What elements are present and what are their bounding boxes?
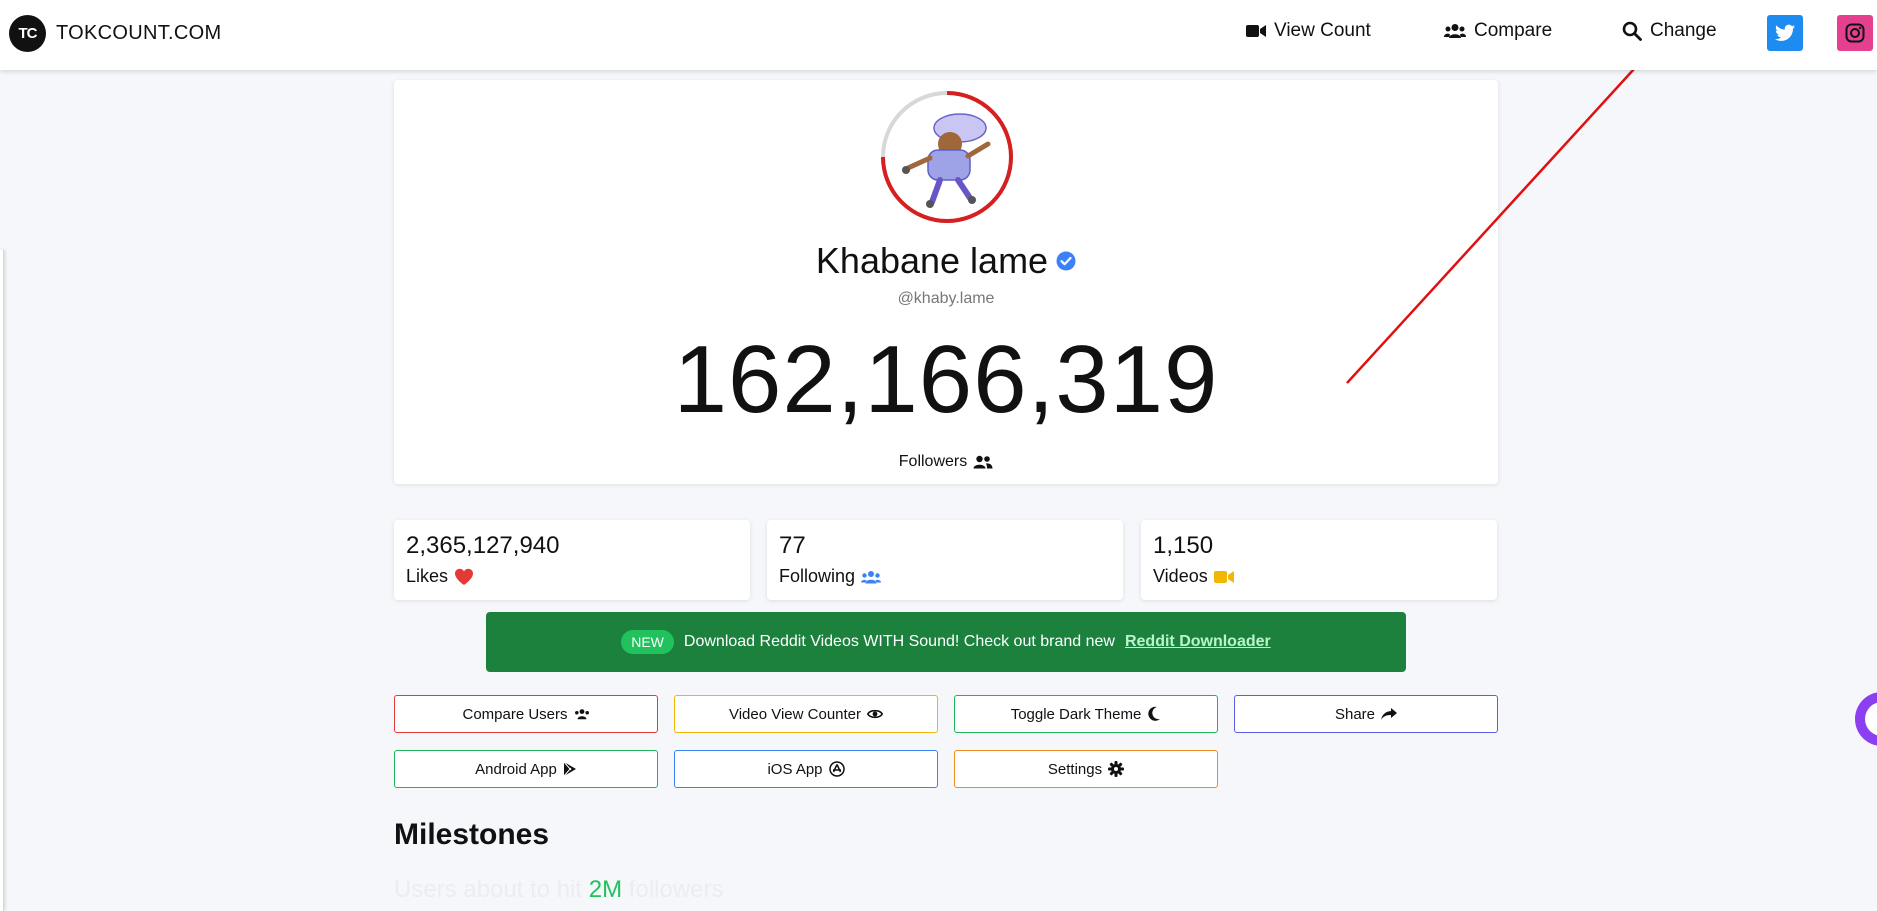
share-label: Share <box>1334 705 1376 723</box>
search-icon <box>1622 21 1642 41</box>
follower-count: 162,166,319 <box>673 326 1219 433</box>
nav-view-count-label: View Count <box>1274 20 1371 41</box>
compare-users-label: Compare Users <box>462 705 568 723</box>
settings-button[interactable]: Settings <box>954 750 1218 788</box>
videos-value: 1,150 <box>1153 532 1214 559</box>
milestones-sub-suffix: followers <box>628 876 724 903</box>
display-name-text: Khabane lame <box>815 240 1049 281</box>
brand-name: TOKCOUNT.COM <box>56 22 222 44</box>
android-app-button[interactable]: Android App <box>394 750 658 788</box>
likes-label: Likes <box>406 566 738 587</box>
username: @khaby.lame <box>897 290 995 307</box>
ios-app-button[interactable]: iOS App <box>674 750 938 788</box>
share-icon <box>1381 708 1398 720</box>
settings-label: Settings <box>1047 760 1103 778</box>
stat-likes: 2,365,127,940 Likes <box>394 520 750 600</box>
nav-compare-label: Compare <box>1474 20 1553 41</box>
side-panel-edge <box>0 250 4 911</box>
video-view-counter-button[interactable]: Video View Counter <box>674 695 938 733</box>
twitter-button[interactable] <box>1767 15 1803 51</box>
following-value: 77 <box>779 532 806 559</box>
followers-label-text: Followers <box>898 453 968 470</box>
share-button[interactable]: Share <box>1234 695 1498 733</box>
android-app-label: Android App <box>475 760 557 778</box>
twitter-icon <box>1775 24 1795 41</box>
likes-label-text: Likes <box>406 566 449 586</box>
banner-text: Download Reddit Videos WITH Sound! Check… <box>683 633 1115 650</box>
users-icon <box>1444 24 1466 38</box>
nav-view-count[interactable]: View Count <box>1246 20 1371 42</box>
verified-icon <box>1056 251 1076 271</box>
heart-icon <box>455 568 474 585</box>
nav-change[interactable]: Change <box>1622 20 1717 42</box>
stat-following: 77 Following <box>767 520 1123 600</box>
video-view-counter-label: Video View Counter <box>728 705 862 723</box>
toggle-dark-theme-button[interactable]: Toggle Dark Theme <box>954 695 1218 733</box>
followers-label: Followers <box>394 453 1498 471</box>
likes-value: 2,365,127,940 <box>406 532 560 559</box>
reddit-downloader-link[interactable]: Reddit Downloader <box>1125 633 1271 651</box>
video-icon <box>1213 570 1234 583</box>
instagram-icon <box>1845 23 1865 43</box>
brand[interactable]: TC TOKCOUNT.COM <box>9 15 221 52</box>
moon-icon <box>1148 706 1161 721</box>
stat-videos: 1,150 Videos <box>1141 520 1497 600</box>
floating-widget-button[interactable] <box>1855 692 1877 746</box>
milestones-sub-prefix: Users about to hit <box>394 876 583 903</box>
instagram-button[interactable] <box>1837 15 1873 51</box>
profile-card: Khabane lame @khaby.lame 162,166,319 Fol… <box>394 80 1498 484</box>
following-label-text: Following <box>779 566 856 586</box>
avatar[interactable] <box>880 90 1014 224</box>
users-icon <box>861 570 882 583</box>
new-badge: NEW <box>621 630 674 654</box>
app-store-icon <box>828 761 845 777</box>
play-store-icon <box>563 761 576 777</box>
toggle-dark-theme-label: Toggle Dark Theme <box>1010 705 1142 723</box>
milestones-heading: Milestones <box>394 818 550 851</box>
promo-banner: NEW Download Reddit Videos WITH Sound! C… <box>486 612 1406 672</box>
videos-label: Videos <box>1153 566 1485 587</box>
users-icon <box>574 709 589 720</box>
milestones-subheading: Users about to hit 2M followers <box>394 876 724 904</box>
compare-users-button[interactable]: Compare Users <box>394 695 658 733</box>
avatar-image <box>888 98 1006 216</box>
milestones-sub-highlight: 2M <box>588 876 623 903</box>
videos-label-text: Videos <box>1153 566 1208 586</box>
nav-compare[interactable]: Compare <box>1444 20 1552 42</box>
eye-icon <box>867 709 884 719</box>
users-icon <box>973 455 993 469</box>
display-name: Khabane lame <box>394 240 1498 282</box>
gear-icon <box>1108 761 1125 777</box>
top-navbar: TC TOKCOUNT.COM View Count Compare Chang… <box>0 0 1877 70</box>
ios-app-label: iOS App <box>767 760 823 778</box>
video-icon <box>1246 25 1266 37</box>
nav-change-label: Change <box>1650 20 1717 41</box>
following-label: Following <box>779 566 1111 587</box>
brand-logo: TC <box>9 15 46 52</box>
